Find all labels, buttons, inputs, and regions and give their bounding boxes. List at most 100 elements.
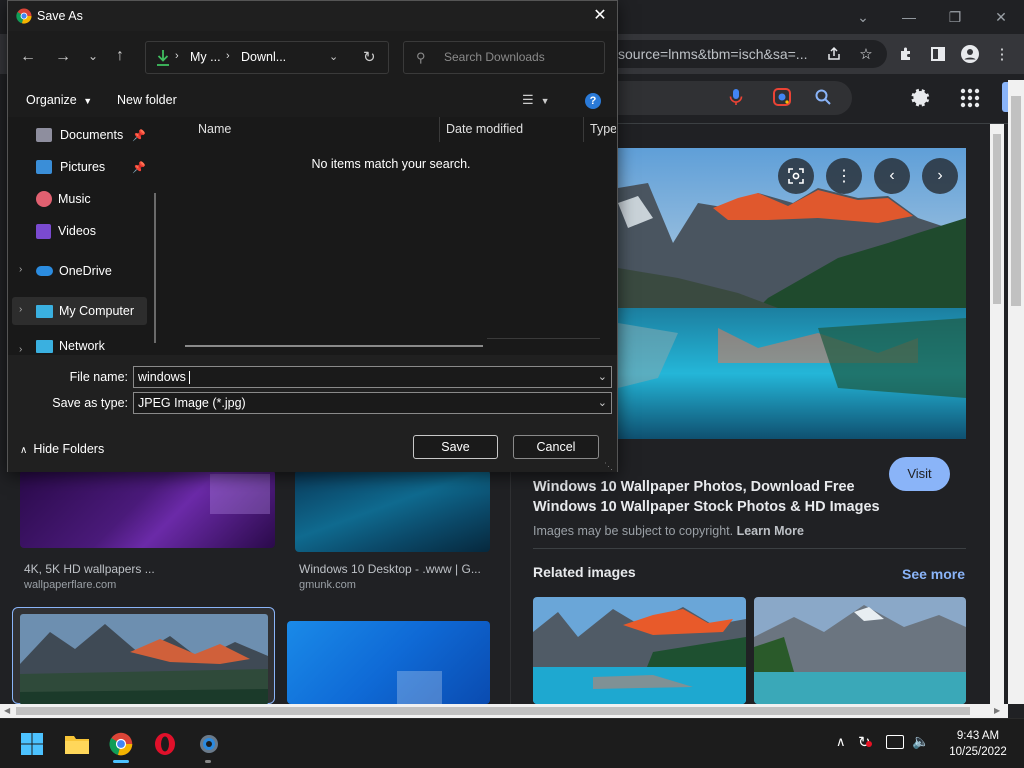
chevron-up-icon[interactable]: ∧ xyxy=(836,734,846,750)
refresh-icon[interactable]: ↻ xyxy=(363,48,376,66)
chrome-taskbar-icon[interactable] xyxy=(101,726,141,762)
copyright-notice: Images may be subject to copyright. Lear… xyxy=(533,524,804,538)
start-button[interactable] xyxy=(12,726,52,762)
sync-icon[interactable]: ↻ xyxy=(858,733,872,751)
close-window-icon[interactable]: ✕ xyxy=(978,4,1024,30)
recent-locations-icon[interactable]: ⌄ xyxy=(88,49,98,63)
learn-more-link[interactable]: Learn More xyxy=(737,524,804,538)
breadcrumb-item[interactable]: My ... xyxy=(190,50,221,64)
scroll-right-icon[interactable]: ▶ xyxy=(994,706,1000,715)
dialog-title: Save As xyxy=(37,9,83,23)
column-separator[interactable] xyxy=(583,117,584,142)
expand-chevron-icon[interactable]: › xyxy=(19,304,22,315)
profile-icon[interactable] xyxy=(956,40,984,68)
cancel-button[interactable]: Cancel xyxy=(513,435,599,459)
file-list-scrollbar[interactable] xyxy=(185,345,483,347)
pin-icon[interactable]: 📌 xyxy=(132,129,146,142)
result-title[interactable]: 4K, 5K HD wallpapers ... xyxy=(24,562,155,576)
visit-button[interactable]: Visit xyxy=(889,457,950,491)
more-options-icon[interactable]: ⋮ xyxy=(826,158,862,194)
nav-item-label: Videos xyxy=(58,224,96,238)
nav-item-label: Pictures xyxy=(60,160,106,174)
nav-pane-scrollbar[interactable] xyxy=(154,193,156,343)
result-title[interactable]: Windows 10 Desktop - .www | G... xyxy=(299,562,481,576)
organize-menu[interactable]: Organize ▼ xyxy=(26,93,92,107)
lens-icon[interactable] xyxy=(778,158,814,194)
result-thumbnail[interactable] xyxy=(295,470,490,552)
file-list xyxy=(165,117,617,355)
column-header-name[interactable]: Name xyxy=(198,117,231,142)
save-button[interactable]: Save xyxy=(413,435,498,459)
column-separator[interactable] xyxy=(439,117,440,142)
forward-arrow-icon[interactable]: → xyxy=(55,48,71,66)
search-downloads-input[interactable]: ⚲ Search Downloads xyxy=(403,41,605,74)
extensions-icon[interactable] xyxy=(892,40,920,68)
windows-logo-shape xyxy=(210,474,270,514)
panel-scroll-thumb[interactable] xyxy=(993,134,1001,304)
dialog-close-icon[interactable]: ✕ xyxy=(586,5,614,27)
address-path-box[interactable]: › My ... › Downl... ⌄ ↻ xyxy=(145,41,389,74)
selected-result[interactable] xyxy=(12,607,275,705)
save-as-type-select[interactable]: JPEG Image (*.jpg) ⌄ xyxy=(133,392,612,414)
chrome-logo-icon xyxy=(16,8,32,24)
view-options-icon[interactable]: ☰ ▼ xyxy=(522,92,562,110)
tab-search-icon[interactable]: ⌄ xyxy=(840,4,886,30)
voice-search-icon[interactable] xyxy=(726,87,746,107)
videos-icon xyxy=(36,223,51,239)
nav-item-pictures[interactable]: Pictures 📌 xyxy=(36,153,176,181)
breadcrumb-item[interactable]: Downl... xyxy=(241,50,286,64)
resize-grip-icon[interactable]: ⋱ xyxy=(604,461,613,472)
previous-arrow-icon[interactable]: ‹ xyxy=(874,158,910,194)
minimize-icon[interactable]: — xyxy=(886,4,932,30)
onedrive-icon xyxy=(36,266,53,276)
nav-item-label: Music xyxy=(58,192,91,206)
pin-icon[interactable]: 📌 xyxy=(132,161,146,174)
opera-icon[interactable] xyxy=(145,726,185,762)
chrome-menu-icon[interactable]: ⋮ xyxy=(988,40,1016,68)
expand-chevron-icon[interactable]: › xyxy=(19,344,22,355)
text-cursor xyxy=(188,371,190,385)
search-icon[interactable] xyxy=(813,87,833,107)
copyright-text: Images may be subject to copyright. xyxy=(533,524,734,538)
horizontal-scroll-thumb[interactable] xyxy=(16,707,970,715)
file-name-input[interactable]: windows ⌄ xyxy=(133,366,612,388)
preview-title[interactable]: Windows 10 Wallpaper Photos, Download Fr… xyxy=(533,477,883,517)
settings-app-icon[interactable] xyxy=(189,726,229,762)
column-header-type[interactable]: Type xyxy=(590,117,616,142)
nav-item-label: My Computer xyxy=(59,304,135,318)
dropdown-arrow-icon[interactable]: ⌄ xyxy=(598,367,607,387)
path-dropdown-icon[interactable]: ⌄ xyxy=(329,50,338,63)
new-folder-button[interactable]: New folder xyxy=(117,93,177,107)
next-arrow-icon[interactable]: › xyxy=(922,158,958,194)
nav-item-documents[interactable]: Documents 📌 xyxy=(36,121,176,149)
up-arrow-icon[interactable]: ↑ xyxy=(116,47,124,65)
system-clock[interactable]: 9:43 AM 10/25/2022 xyxy=(940,728,1016,760)
result-thumbnail[interactable] xyxy=(20,470,275,548)
hide-folders-toggle[interactable]: ∧ Hide Folders xyxy=(20,442,104,456)
help-icon[interactable]: ? xyxy=(585,93,601,109)
file-name-value: windows xyxy=(138,370,186,384)
page-scroll-thumb[interactable] xyxy=(1011,96,1021,306)
see-more-link[interactable]: See more xyxy=(902,566,965,582)
nav-item-label: OneDrive xyxy=(59,264,112,278)
related-image[interactable] xyxy=(533,597,746,704)
bookmark-star-icon[interactable]: ☆ xyxy=(852,40,880,68)
related-image[interactable] xyxy=(754,597,966,704)
column-header-date-modified[interactable]: Date modified xyxy=(446,117,523,142)
settings-gear-icon[interactable] xyxy=(907,85,933,111)
volume-icon[interactable]: 🔈 xyxy=(912,733,929,750)
related-images-heading: Related images xyxy=(533,564,636,580)
lens-search-icon[interactable] xyxy=(772,87,792,107)
hide-folders-label: Hide Folders xyxy=(33,442,105,456)
network-status-icon[interactable] xyxy=(886,735,904,749)
back-arrow-icon[interactable]: ← xyxy=(20,48,36,66)
side-panel-icon[interactable] xyxy=(924,40,952,68)
share-icon[interactable] xyxy=(820,40,848,68)
network-icon xyxy=(36,339,53,353)
result-thumbnail[interactable] xyxy=(287,621,490,704)
scroll-left-icon[interactable]: ◀ xyxy=(4,706,10,715)
apps-grid-icon[interactable] xyxy=(958,86,982,110)
restore-icon[interactable]: ❐ xyxy=(932,4,978,30)
file-explorer-icon[interactable] xyxy=(57,726,97,762)
expand-chevron-icon[interactable]: › xyxy=(19,264,22,275)
